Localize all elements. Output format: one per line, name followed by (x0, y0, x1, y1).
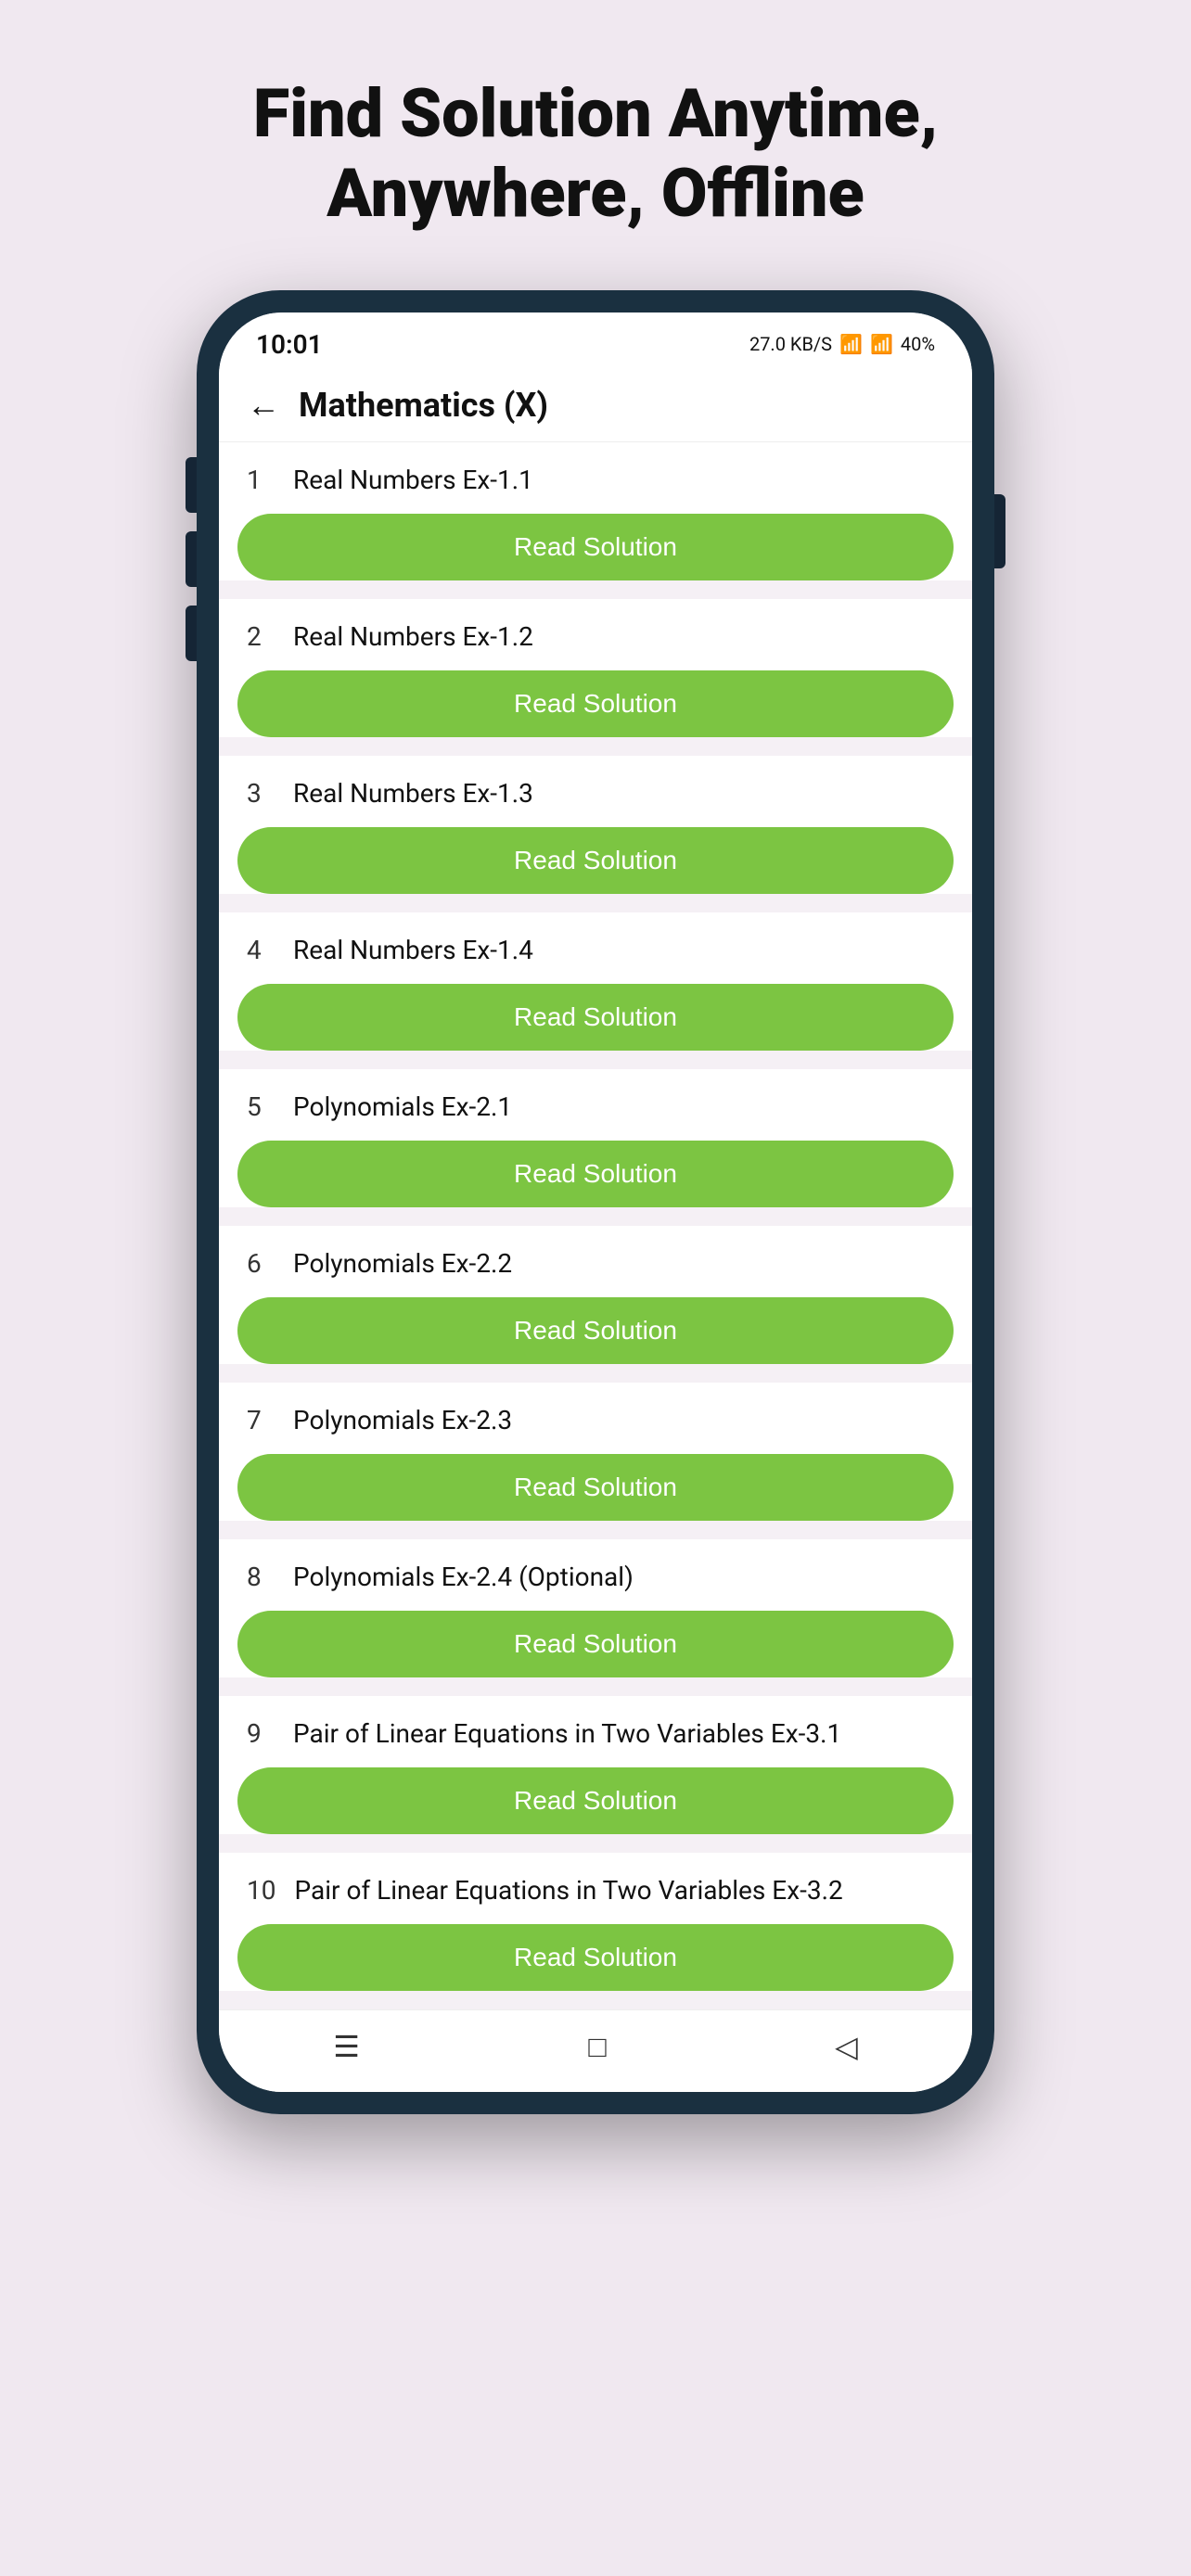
list-item: 7 Polynomials Ex-2.3 Read Solution (219, 1383, 972, 1521)
list-item: 2 Real Numbers Ex-1.2 Read Solution (219, 599, 972, 737)
item-label: Real Numbers Ex-1.4 (293, 935, 533, 965)
item-number: 1 (247, 465, 275, 495)
battery-icon: 40% (901, 333, 935, 355)
item-number: 6 (247, 1248, 275, 1279)
status-icons: 27.0 KB/S 📶 📶 40% (749, 333, 935, 355)
status-bar: 10:01 27.0 KB/S 📶 📶 40% (219, 312, 972, 369)
navigation-bar: ☰ □ ◁ (219, 2009, 972, 2092)
list-item: 1 Real Numbers Ex-1.1 Read Solution (219, 442, 972, 580)
wifi-icon: 📶 (839, 333, 863, 355)
page-title: Find Solution Anytime, Anywhere, Offline (179, 74, 1012, 235)
item-label: Real Numbers Ex-1.2 (293, 621, 533, 652)
item-number: 9 (247, 1718, 275, 1749)
item-label: Polynomials Ex-2.4 (Optional) (293, 1562, 634, 1592)
item-label: Pair of Linear Equations in Two Variable… (293, 1718, 841, 1749)
list-item: 3 Real Numbers Ex-1.3 Read Solution (219, 756, 972, 894)
read-solution-button[interactable]: Read Solution (237, 1924, 954, 1991)
read-solution-button[interactable]: Read Solution (237, 514, 954, 580)
item-label: Real Numbers Ex-1.1 (293, 465, 533, 495)
signal-icon: 📶 (870, 333, 893, 355)
item-label: Real Numbers Ex-1.3 (293, 778, 533, 809)
read-solution-button[interactable]: Read Solution (237, 1141, 954, 1207)
read-solution-button[interactable]: Read Solution (237, 1454, 954, 1521)
list-item: 8 Polynomials Ex-2.4 (Optional) Read Solut… (219, 1539, 972, 1677)
item-label: Pair of Linear Equations in Two Variable… (294, 1875, 842, 1906)
list-item: 6 Polynomials Ex-2.2 Read Solution (219, 1226, 972, 1364)
read-solution-button[interactable]: Read Solution (237, 1767, 954, 1834)
status-time: 10:01 (256, 329, 323, 360)
item-number: 7 (247, 1405, 275, 1435)
phone-mockup: 10:01 27.0 KB/S 📶 📶 40% ← Mathematics (X… (197, 290, 994, 2114)
item-number: 4 (247, 935, 275, 965)
list-item: 10 Pair of Linear Equations in Two Variab… (219, 1853, 972, 1991)
exercise-list: 1 Real Numbers Ex-1.1 Read Solution 2 Real N… (219, 442, 972, 2009)
item-number: 3 (247, 778, 275, 809)
item-label: Polynomials Ex-2.1 (293, 1091, 512, 1122)
read-solution-button[interactable]: Read Solution (237, 827, 954, 894)
item-number: 8 (247, 1562, 275, 1592)
screen-title: Mathematics (X) (299, 386, 548, 425)
item-number: 2 (247, 621, 275, 652)
back-button[interactable]: ← (247, 386, 280, 425)
top-bar: ← Mathematics (X) (219, 369, 972, 442)
menu-icon[interactable]: ☰ (333, 2029, 360, 2064)
list-item: 4 Real Numbers Ex-1.4 Read Solution (219, 912, 972, 1051)
list-item: 5 Polynomials Ex-2.1 Read Solution (219, 1069, 972, 1207)
item-number: 10 (247, 1875, 275, 1906)
item-label: Polynomials Ex-2.3 (293, 1405, 512, 1435)
read-solution-button[interactable]: Read Solution (237, 670, 954, 737)
list-item: 9 Pair of Linear Equations in Two Variabl… (219, 1696, 972, 1834)
back-nav-icon[interactable]: ◁ (835, 2029, 858, 2064)
read-solution-button[interactable]: Read Solution (237, 1297, 954, 1364)
item-number: 5 (247, 1091, 275, 1122)
home-icon[interactable]: □ (588, 2029, 606, 2064)
network-speed: 27.0 KB/S (749, 333, 832, 355)
read-solution-button[interactable]: Read Solution (237, 1611, 954, 1677)
read-solution-button[interactable]: Read Solution (237, 984, 954, 1051)
item-label: Polynomials Ex-2.2 (293, 1248, 512, 1279)
